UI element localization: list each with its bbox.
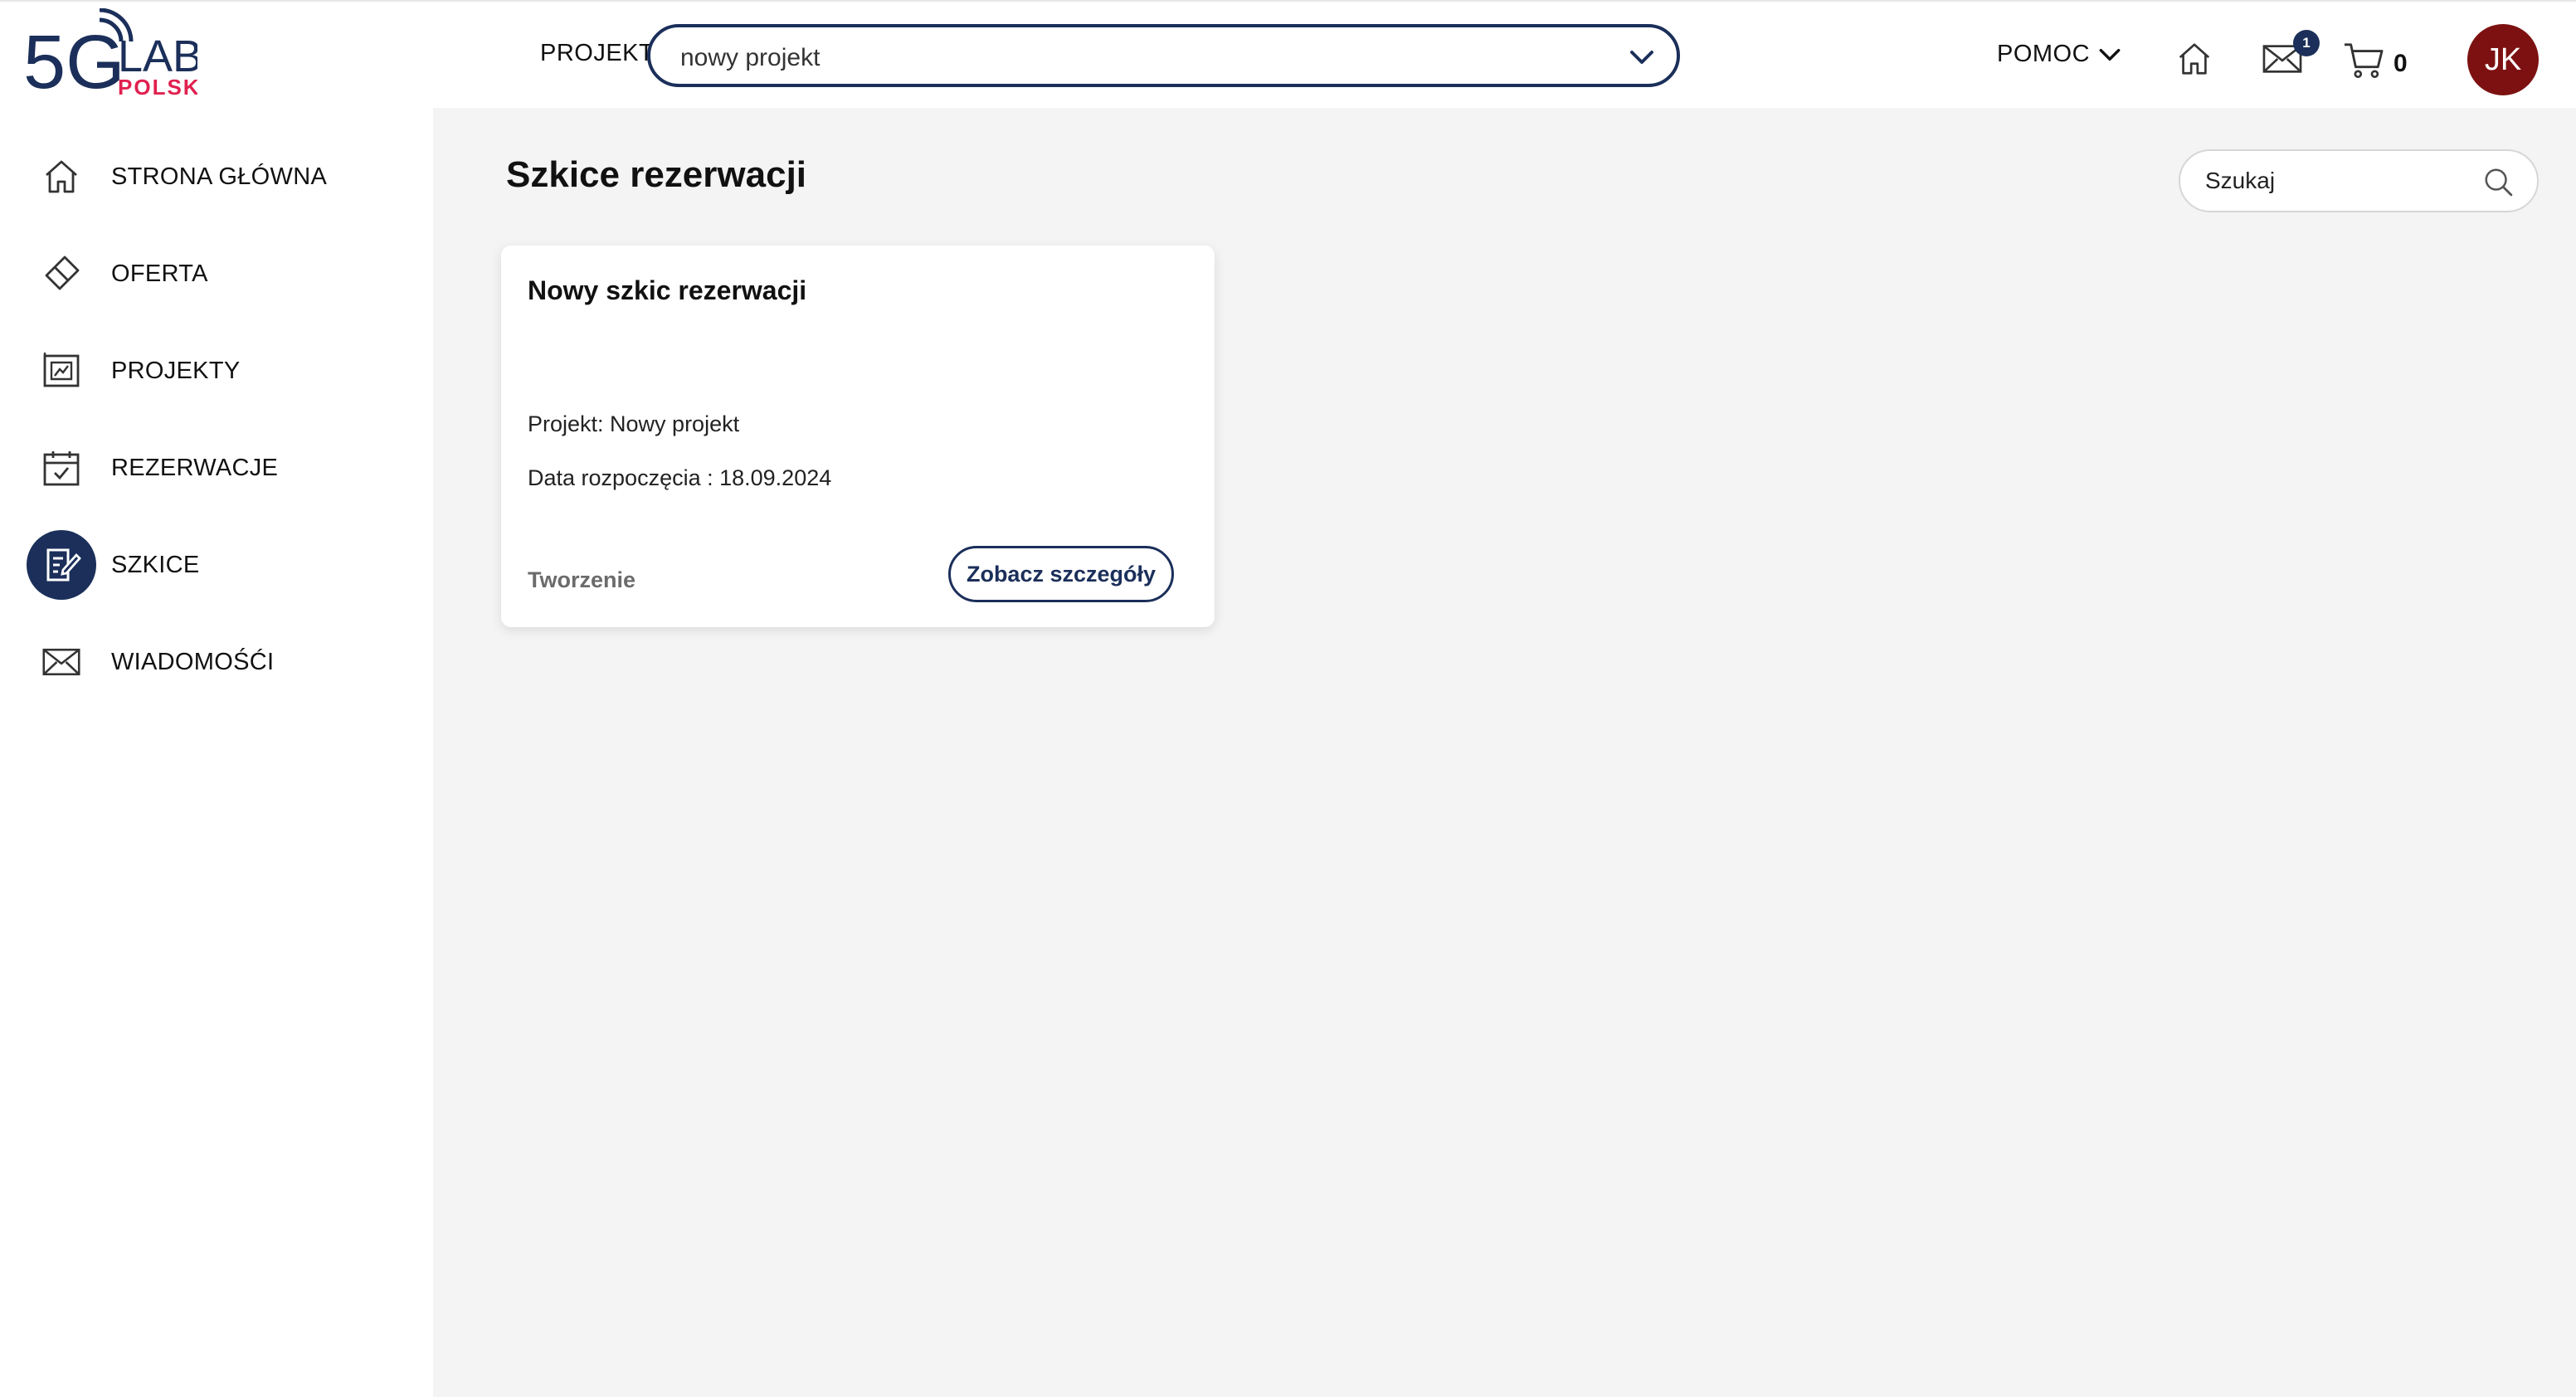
sidebar: STRONA GŁÓWNA OFERTA PROJEKTY REZERWACJE… <box>0 108 433 1397</box>
sidebar-item-label: PROJEKTY <box>111 358 241 384</box>
svg-text:LAB: LAB <box>118 32 197 81</box>
sidebar-item-reservations[interactable]: REZERWACJE <box>27 433 408 503</box>
help-menu[interactable]: POMOC <box>1997 41 2090 68</box>
search-box[interactable] <box>2179 149 2539 212</box>
avatar[interactable]: JK <box>2467 24 2539 95</box>
svg-text:POLSKA: POLSKA <box>118 75 197 98</box>
sidebar-item-drafts[interactable]: SZKICE <box>27 530 408 600</box>
search-icon[interactable] <box>2482 166 2514 197</box>
main-content: Szkice rezerwacji Nowy szkic rezerwacji … <box>433 108 2576 1397</box>
draft-card-start-date: Data rozpoczęcia : 18.09.2024 <box>528 465 832 490</box>
project-label: PROJEKT <box>540 40 655 66</box>
home-icon[interactable] <box>2175 40 2213 78</box>
cart-icon[interactable] <box>2343 41 2384 80</box>
tag-icon <box>27 239 96 309</box>
chevron-down-icon <box>1630 51 1653 64</box>
draft-card-status: Tworzenie <box>528 567 636 592</box>
sidebar-item-label: WIADOMOŚĆI <box>111 649 275 675</box>
page-title: Szkice rezerwacji <box>506 154 807 195</box>
5glab-logo[interactable]: 5G LAB POLSKA <box>23 7 216 105</box>
envelope-icon <box>27 627 96 697</box>
sidebar-item-label: OFERTA <box>111 260 208 287</box>
svg-text:5G: 5G <box>23 20 125 98</box>
sidebar-item-messages[interactable]: WIADOMOŚĆI <box>27 627 408 697</box>
project-select-value: nowy projekt <box>680 44 821 71</box>
sidebar-item-label: STRONA GŁÓWNA <box>111 163 328 190</box>
draft-card-title: Nowy szkic rezerwacji <box>528 275 807 305</box>
draft-card: Nowy szkic rezerwacji Projekt: Nowy proj… <box>501 246 1215 627</box>
cart-count: 0 <box>2393 50 2408 77</box>
sidebar-item-projects[interactable]: PROJEKTY <box>27 336 408 406</box>
draft-card-project: Projekt: Nowy projekt <box>528 411 740 436</box>
sidebar-item-label: SZKICE <box>111 552 200 578</box>
home-icon <box>27 142 96 212</box>
calendar-check-icon <box>27 433 96 503</box>
projects-icon <box>27 336 96 406</box>
sidebar-item-label: REZERWACJE <box>111 455 279 481</box>
search-input[interactable] <box>2205 164 2471 197</box>
view-details-button[interactable]: Zobacz szczegóły <box>948 546 1174 602</box>
mail-badge: 1 <box>2293 30 2320 56</box>
draft-edit-icon <box>27 530 96 600</box>
sidebar-item-offer[interactable]: OFERTA <box>27 239 408 309</box>
top-header: 5G LAB POLSKA PROJEKT nowy projekt POMOC… <box>0 0 2576 108</box>
sidebar-item-home[interactable]: STRONA GŁÓWNA <box>27 142 408 212</box>
chevron-down-icon[interactable] <box>2096 41 2123 68</box>
project-select[interactable]: nowy projekt <box>647 24 1680 87</box>
